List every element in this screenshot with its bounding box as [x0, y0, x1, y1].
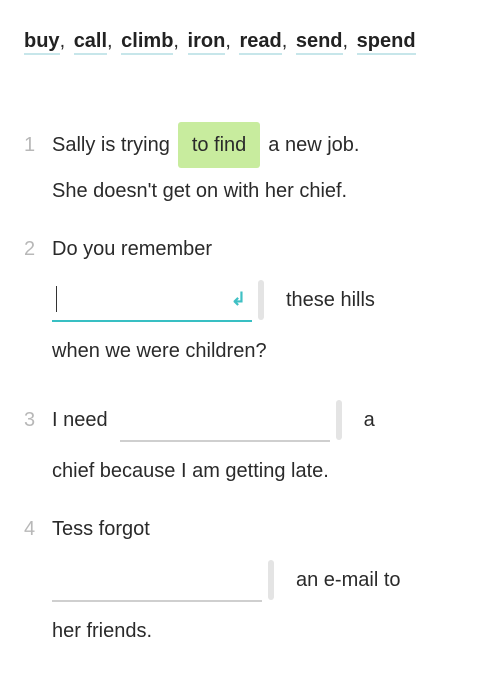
exercise-item: 2 Do you remember ↲ these hills when we … [24, 232, 476, 368]
word-bank: buy, call, climb, iron, read, send, spen… [24, 18, 476, 64]
item-number: 2 [24, 232, 52, 266]
answer-input[interactable] [52, 558, 262, 602]
word-bank-item[interactable]: send [296, 30, 343, 55]
sentence-text: a [364, 403, 375, 437]
enter-icon[interactable]: ↲ [231, 284, 246, 315]
divider-bar [268, 560, 274, 600]
sentence-text: chief because I am getting late. [52, 460, 329, 482]
sentence-text: Do you remember [52, 232, 212, 266]
word-bank-item[interactable]: spend [357, 30, 416, 55]
sentence-text: Sally is trying [52, 128, 170, 162]
text-cursor [56, 286, 57, 312]
divider-bar [336, 400, 342, 440]
sentence-text: She doesn't get on with her chief. [52, 180, 347, 202]
sentence-text: these hills [286, 283, 375, 317]
sentence-text: an e-mail to [296, 563, 401, 597]
sentence-text: Tess forgot [52, 512, 150, 546]
word-bank-item[interactable]: call [74, 30, 107, 55]
sentence-text: when we were children? [52, 340, 267, 362]
answer-input[interactable] [120, 398, 330, 442]
sentence-text: her friends. [52, 620, 152, 642]
filled-answer[interactable]: to find [178, 122, 260, 168]
word-bank-item[interactable]: iron [188, 30, 226, 55]
divider-bar [258, 280, 264, 320]
item-number: 4 [24, 512, 52, 546]
exercise-item: 4 Tess forgot an e-mail to her friends. [24, 512, 476, 648]
item-number: 1 [24, 128, 52, 162]
sentence-text: a new job. [268, 128, 359, 162]
word-bank-item[interactable]: buy [24, 30, 60, 55]
item-number: 3 [24, 403, 52, 437]
exercise-item: 1 Sally is trying to find a new job. She… [24, 122, 476, 208]
word-bank-item[interactable]: climb [121, 30, 173, 55]
answer-input[interactable]: ↲ [52, 278, 252, 322]
sentence-text: I need [52, 403, 108, 437]
word-bank-item[interactable]: read [239, 30, 281, 55]
exercise-item: 3 I need a chief because I am getting la… [24, 392, 476, 488]
